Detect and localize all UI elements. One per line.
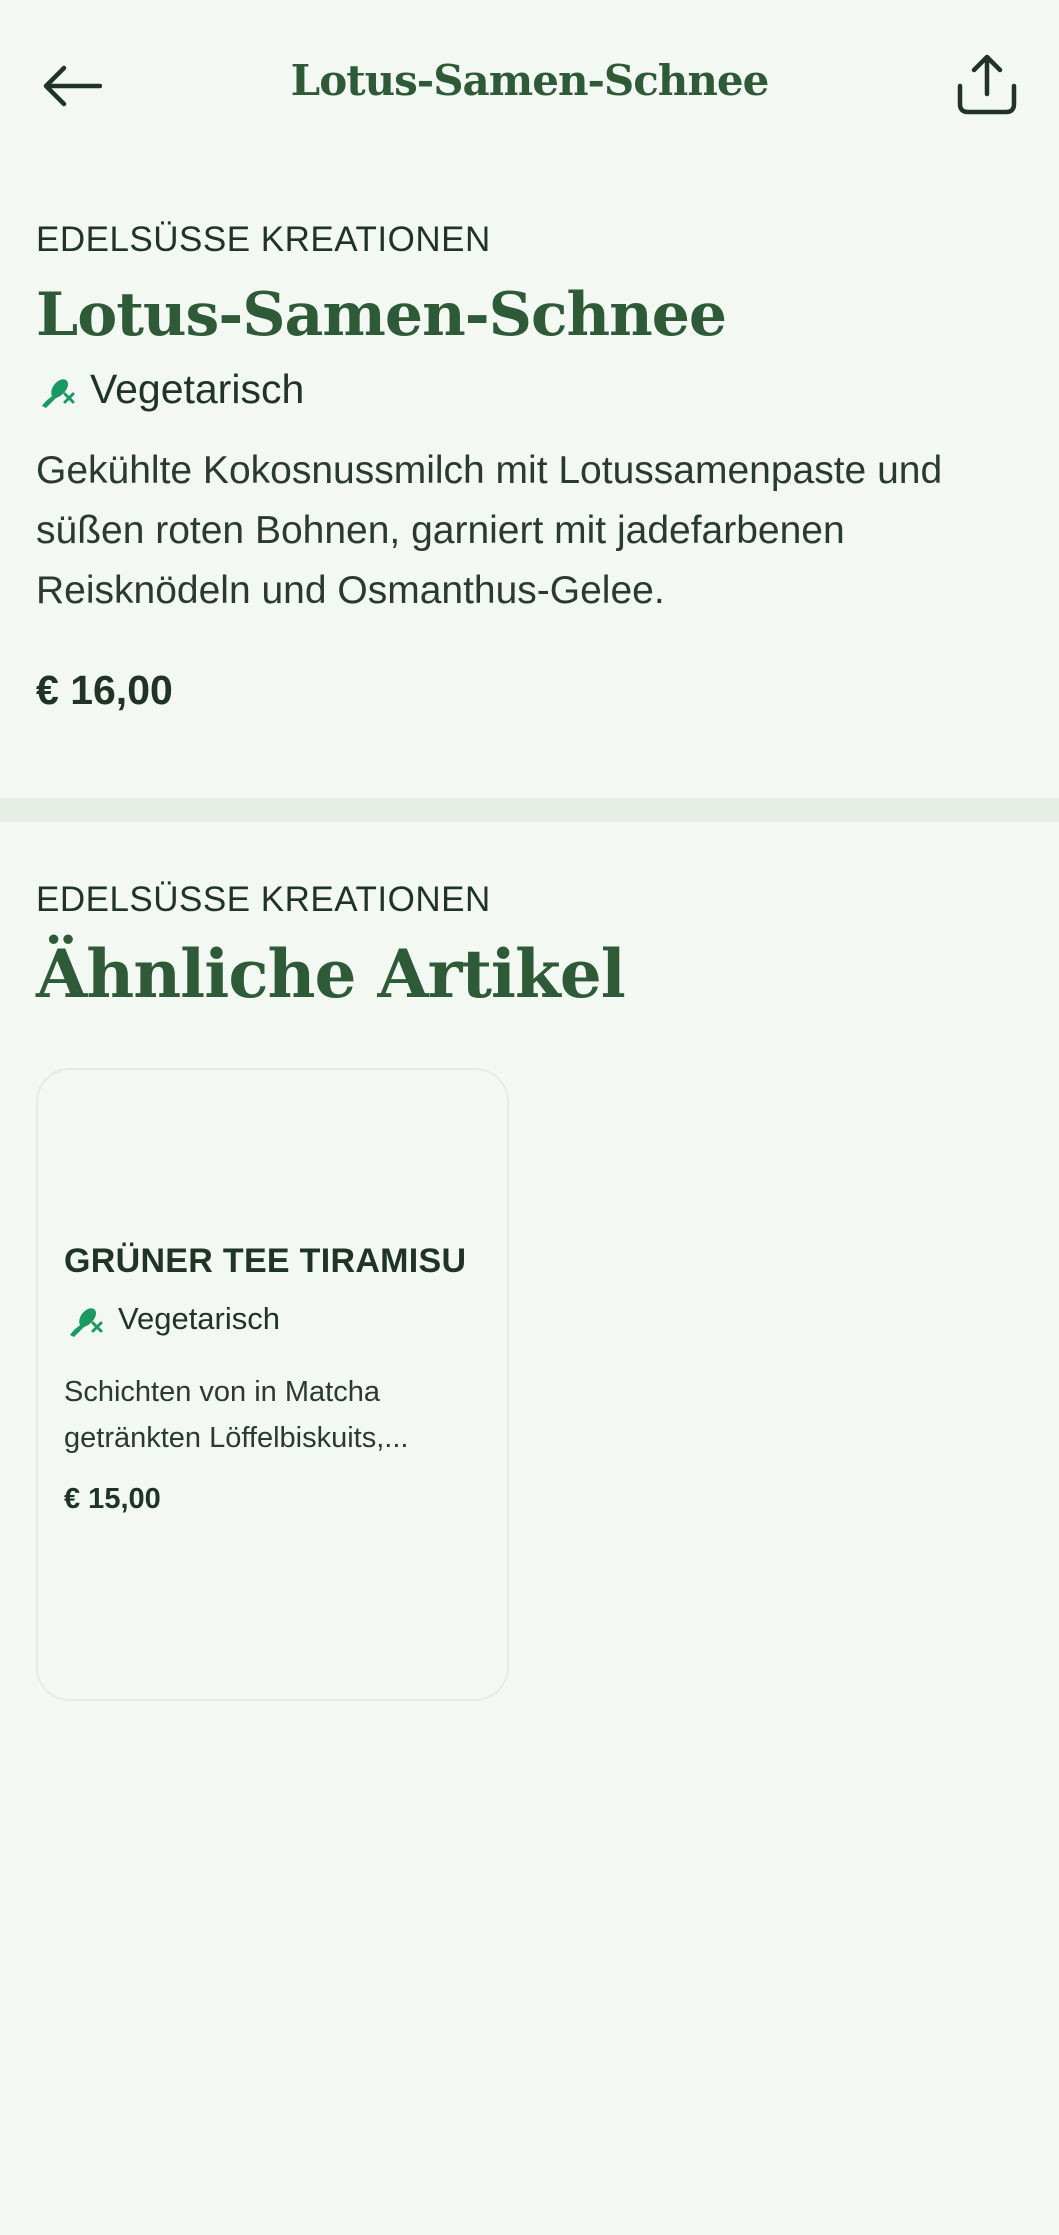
top-app-bar: Lotus-Samen-Schnee bbox=[0, 0, 1059, 170]
vegetarian-icon bbox=[42, 378, 75, 408]
product-price: € 16,00 bbox=[36, 667, 173, 713]
similar-item-card[interactable]: GRÜNER TEE TIRAMISU Vegetarisch Schichte… bbox=[36, 1068, 509, 1701]
product-title: Lotus-Samen-Schnee bbox=[36, 280, 727, 350]
card-diet-tag: Vegetarisch bbox=[64, 1299, 489, 1339]
diet-tag: Vegetarisch bbox=[36, 366, 1026, 413]
card-item-description: Schichten von in Matcha getränkten Löffe… bbox=[64, 1376, 409, 1454]
product-description: Gekühlte Kokosnussmilch mit Lotussamenpa… bbox=[36, 449, 943, 612]
card-item-name: GRÜNER TEE TIRAMISU bbox=[64, 1242, 467, 1280]
product-details: EDELSÜSSE KREATIONEN Lotus-Samen-Schnee … bbox=[36, 220, 1026, 714]
similar-category: EDELSÜSSE KREATIONEN bbox=[36, 880, 491, 919]
diet-label: Vegetarisch bbox=[90, 366, 305, 412]
product-category: EDELSÜSSE KREATIONEN bbox=[36, 220, 491, 259]
share-button[interactable] bbox=[950, 46, 1024, 122]
section-divider bbox=[0, 798, 1059, 822]
header-title: Lotus-Samen-Schnee bbox=[290, 56, 770, 105]
card-diet-label: Vegetarisch bbox=[118, 1301, 280, 1336]
card-item-price: € 15,00 bbox=[64, 1483, 161, 1515]
vegetarian-icon bbox=[70, 1308, 103, 1337]
similar-title: Ähnliche Artikel bbox=[36, 935, 626, 1013]
share-icon bbox=[957, 54, 1017, 115]
similar-items-section: EDELSÜSSE KREATIONEN Ähnliche Artikel bbox=[36, 880, 1026, 1011]
